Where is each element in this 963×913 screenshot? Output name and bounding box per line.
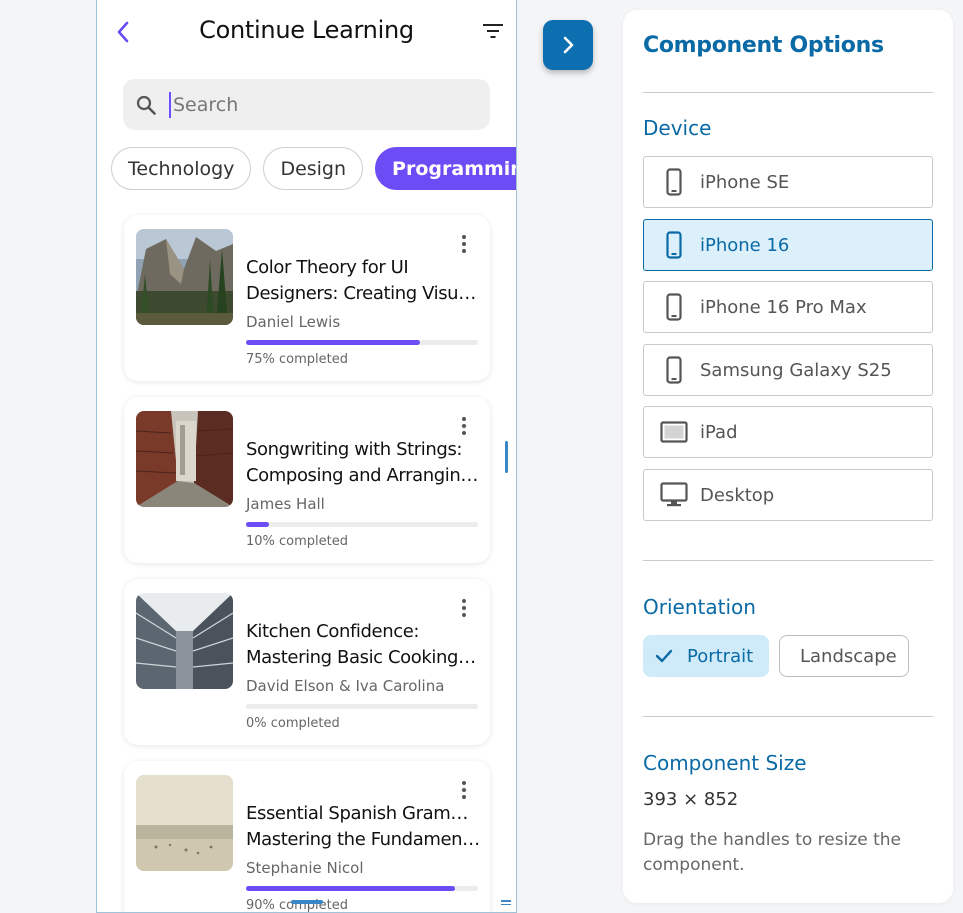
- course-author: James Hall: [246, 495, 325, 513]
- top-app-bar: Continue Learning: [97, 0, 516, 64]
- search-input[interactable]: [169, 91, 469, 118]
- progress-label: 75% completed: [246, 352, 349, 367]
- course-title: Kitchen Confidence: Mastering Basic Cook…: [246, 621, 481, 668]
- more-vert-icon: [462, 781, 466, 799]
- device-option-samsung-galaxy-s25[interactable]: Samsung Galaxy S25: [643, 344, 933, 396]
- more-options-button[interactable]: [454, 415, 474, 437]
- scrollbar-thumb[interactable]: [505, 441, 508, 473]
- divider: [643, 92, 933, 93]
- more-vert-icon: [462, 599, 466, 617]
- page-title: Continue Learning: [199, 16, 414, 44]
- more-options-button[interactable]: [454, 233, 474, 255]
- resize-handle-bottom[interactable]: [291, 900, 323, 904]
- course-title: Songwriting with Strings: Composing and …: [246, 439, 481, 486]
- course-card[interactable]: Kitchen Confidence: Mastering Basic Cook…: [124, 579, 490, 745]
- more-options-button[interactable]: [454, 779, 474, 801]
- phone-icon: [660, 355, 688, 385]
- course-thumbnail: [136, 411, 233, 507]
- progress-fill: [246, 886, 455, 891]
- phone-icon: [660, 292, 688, 322]
- category-chips: Technology Design Programming: [111, 147, 516, 190]
- progress-fill: [246, 522, 270, 527]
- component-size-help: Drag the handles to resize the component…: [643, 830, 902, 875]
- progress-bar: [246, 340, 478, 345]
- panel-title: Component Options: [643, 33, 884, 58]
- progress-bar: [246, 886, 478, 891]
- divider: [643, 716, 933, 717]
- progress-fill: [246, 340, 420, 345]
- chip-design[interactable]: Design: [263, 147, 364, 190]
- phone-preview: Continue Learning Technology Design Prog…: [96, 0, 517, 913]
- tablet-icon: [660, 417, 688, 447]
- device-option-iphone-16-pro-max[interactable]: iPhone 16 Pro Max: [643, 281, 933, 333]
- progress-bar: [246, 522, 478, 527]
- search-icon: [135, 94, 157, 116]
- orientation-section-title: Orientation: [643, 595, 756, 619]
- course-thumbnail: [136, 229, 233, 325]
- toggle-panel-button[interactable]: [543, 20, 593, 70]
- more-vert-icon: [462, 417, 466, 435]
- more-options-button[interactable]: [454, 597, 474, 619]
- component-size-value: 393 × 852: [643, 789, 739, 810]
- progress-label: 10% completed: [246, 534, 349, 549]
- check-icon: [655, 649, 673, 663]
- device-section-title: Device: [643, 116, 712, 140]
- desktop-icon: [660, 480, 688, 510]
- search-bar: [123, 79, 490, 130]
- course-card[interactable]: Color Theory for UI Designers: Creating …: [124, 215, 490, 381]
- course-thumbnail: [136, 593, 233, 689]
- filter-button[interactable]: [480, 18, 506, 44]
- device-option-ipad[interactable]: iPad: [643, 406, 933, 458]
- course-card[interactable]: Essential Spanish Grammar: Mastering the…: [124, 761, 490, 912]
- chip-technology[interactable]: Technology: [111, 147, 252, 190]
- chevron-right-icon: [563, 36, 574, 54]
- course-thumbnail: [136, 775, 233, 871]
- course-title: Essential Spanish Grammar: Mastering the…: [246, 803, 481, 850]
- orientation-portrait-button[interactable]: Portrait: [643, 635, 769, 677]
- divider: [643, 560, 933, 561]
- filter-icon: [483, 24, 503, 38]
- device-option-iphone-se[interactable]: iPhone SE: [643, 156, 933, 208]
- orientation-landscape-button[interactable]: Landscape: [779, 635, 909, 677]
- device-option-desktop[interactable]: Desktop: [643, 469, 933, 521]
- resize-handle-corner[interactable]: [501, 900, 511, 906]
- chip-programming[interactable]: Programming: [375, 147, 516, 190]
- phone-icon: [660, 167, 688, 197]
- component-options-panel: Component Options Device iPhone SE iPhon…: [623, 10, 953, 903]
- device-option-iphone-16[interactable]: iPhone 16: [643, 219, 933, 271]
- course-card[interactable]: Songwriting with Strings: Composing and …: [124, 397, 490, 563]
- course-title: Color Theory for UI Designers: Creating …: [246, 257, 481, 304]
- course-author: Daniel Lewis: [246, 313, 341, 331]
- progress-label: 0% completed: [246, 716, 340, 731]
- course-author: David Elson & Iva Carolina: [246, 677, 445, 695]
- component-size-title: Component Size: [643, 751, 807, 775]
- phone-icon: [660, 230, 688, 260]
- course-author: Stephanie Nicol: [246, 859, 364, 877]
- more-vert-icon: [462, 235, 466, 253]
- progress-bar: [246, 704, 478, 709]
